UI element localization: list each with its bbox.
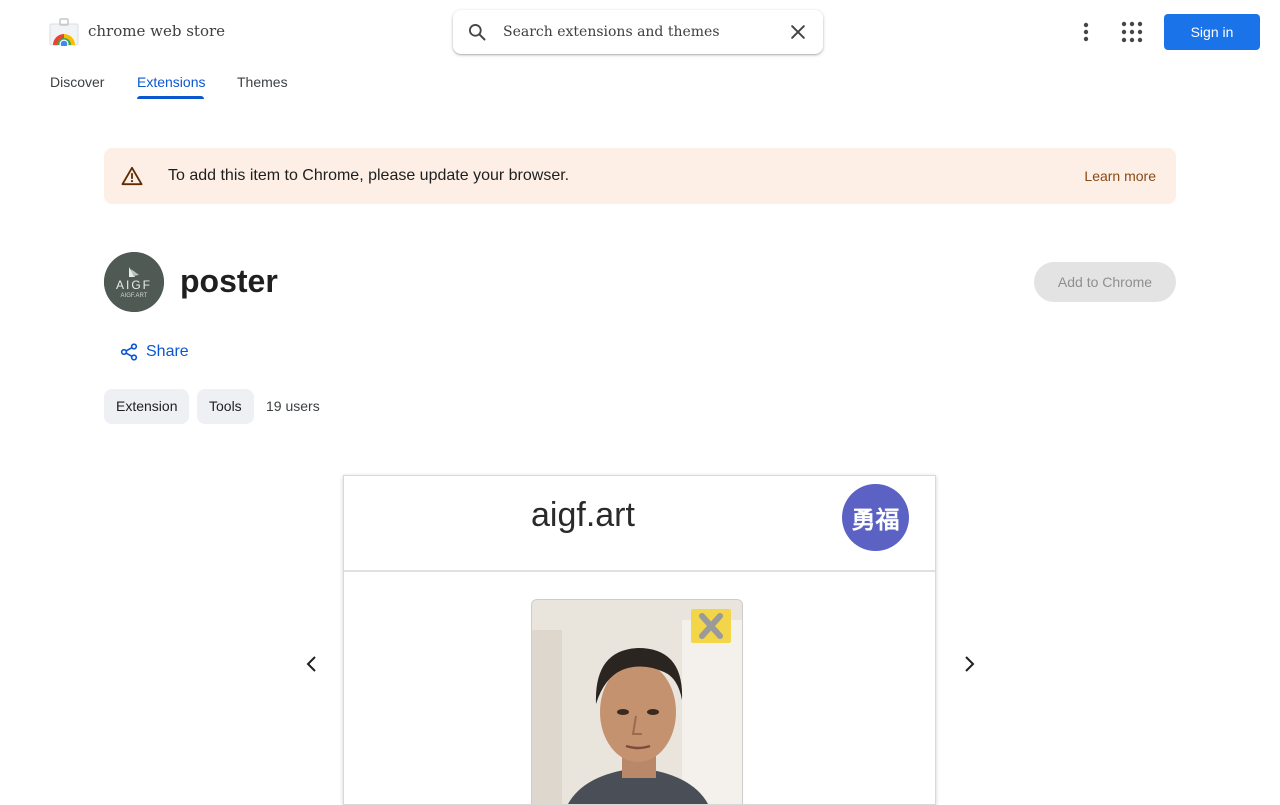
screenshot-photo [531,599,743,804]
extension-title: poster [180,263,278,299]
screenshot-slide[interactable]: aigf.art 勇福 [343,475,936,805]
chevron-left-icon[interactable] [302,654,322,674]
share-icon[interactable] [120,343,138,361]
store-name[interactable]: chrome web store [88,22,225,40]
chevron-right-icon[interactable] [959,654,979,674]
extension-icon: AIGF AIGF.ART [104,252,164,312]
photo-close-button[interactable] [691,609,731,643]
update-browser-banner: To add this item to Chrome, please updat… [104,148,1176,204]
tab-discover[interactable]: Discover [50,74,104,90]
search-input[interactable] [503,20,773,44]
search-icon[interactable] [467,22,487,42]
close-icon[interactable] [788,22,808,42]
add-to-chrome-button[interactable]: Add to Chrome [1034,262,1176,302]
tab-themes[interactable]: Themes [237,74,288,90]
active-tab-indicator [137,96,204,99]
user-count: 19 users [266,398,320,414]
chip-extension[interactable]: Extension [104,389,190,424]
screenshot-header: aigf.art 勇福 [344,476,935,572]
extension-icon-subtext: AIGF.ART [120,293,148,299]
screenshot-avatar: 勇福 [842,484,909,551]
top-bar: chrome web store Sign in [0,0,1280,64]
warning-icon [121,166,143,186]
close-icon[interactable] [691,609,731,643]
banner-message: To add this item to Chrome, please updat… [168,167,570,184]
share-label[interactable]: Share [146,343,189,361]
screenshot-site-name: aigf.art [531,496,635,534]
chrome-web-store-logo[interactable] [49,18,79,46]
extension-icon-text: AIGF [115,278,152,292]
chip-tools[interactable]: Tools [197,389,254,424]
apps-grid-icon[interactable] [1121,21,1143,43]
more-vert-icon[interactable] [1074,20,1098,44]
sign-in-button[interactable]: Sign in [1164,14,1260,50]
search-box[interactable] [453,10,823,54]
tab-extensions[interactable]: Extensions [137,74,205,90]
learn-more-link[interactable]: Learn more [1084,168,1156,184]
